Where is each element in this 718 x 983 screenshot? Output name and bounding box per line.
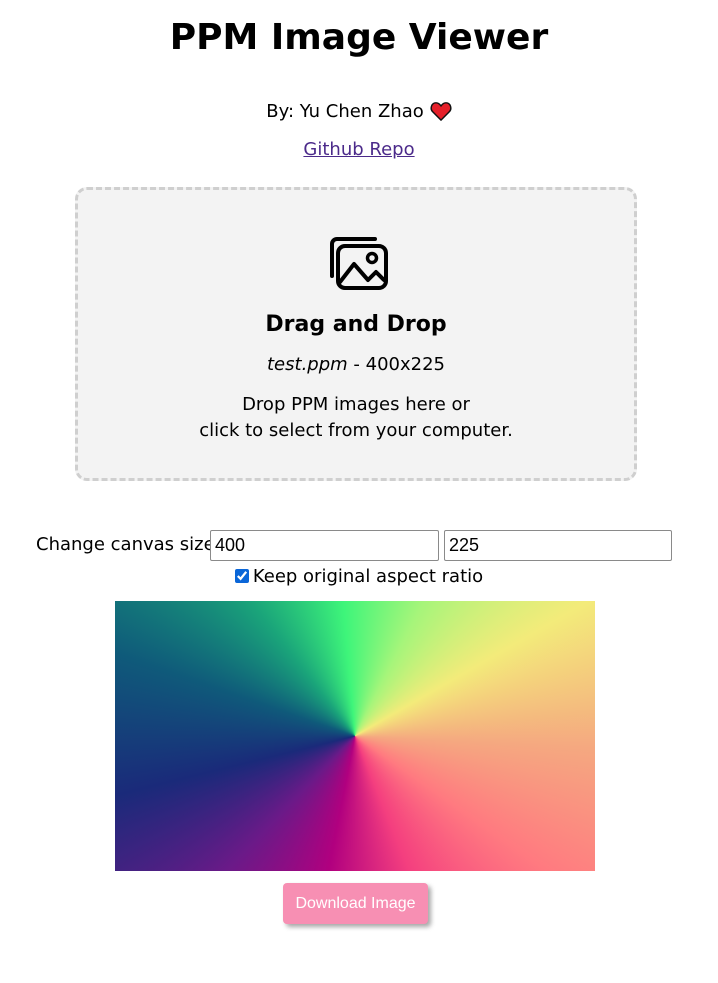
instruction-line-1: Drop PPM images here or	[242, 394, 470, 415]
drop-zone[interactable]: Drag and Drop test.ppm - 400x225 Drop PP…	[75, 187, 637, 481]
page-title: PPM Image Viewer	[169, 17, 549, 58]
canvas-size-label: Change canvas size:	[36, 534, 221, 555]
byline: By: Yu Chen Zhao	[0, 100, 718, 128]
canvas-size-row: Change canvas size:	[0, 530, 718, 561]
current-file-info: test.ppm - 400x225	[78, 353, 634, 377]
author-text: By: Yu Chen Zhao	[266, 101, 424, 122]
file-dimensions: - 400x225	[347, 354, 445, 375]
instruction-line-2: click to select from your computer.	[199, 420, 513, 441]
keep-aspect-ratio-checkbox[interactable]	[234, 569, 249, 583]
dropzone-title: Drag and Drop	[265, 312, 447, 337]
images-icon	[326, 236, 390, 296]
dropzone-instructions: Drop PPM images here or click to select …	[78, 392, 634, 444]
heart-icon	[430, 101, 452, 128]
aspect-ratio-row: Keep original aspect ratio	[0, 566, 718, 588]
download-image-button[interactable]: Download Image	[283, 883, 428, 924]
canvas-height-input[interactable]	[444, 530, 672, 561]
keep-aspect-ratio-label[interactable]: Keep original aspect ratio	[253, 566, 483, 587]
github-repo-link[interactable]: Github Repo	[303, 139, 414, 160]
image-preview-canvas-wrap	[115, 601, 595, 871]
image-preview	[115, 601, 595, 871]
canvas-width-input[interactable]	[210, 530, 439, 561]
file-name: test.ppm	[267, 354, 348, 375]
repo-link-wrap: Github Repo	[0, 138, 718, 162]
